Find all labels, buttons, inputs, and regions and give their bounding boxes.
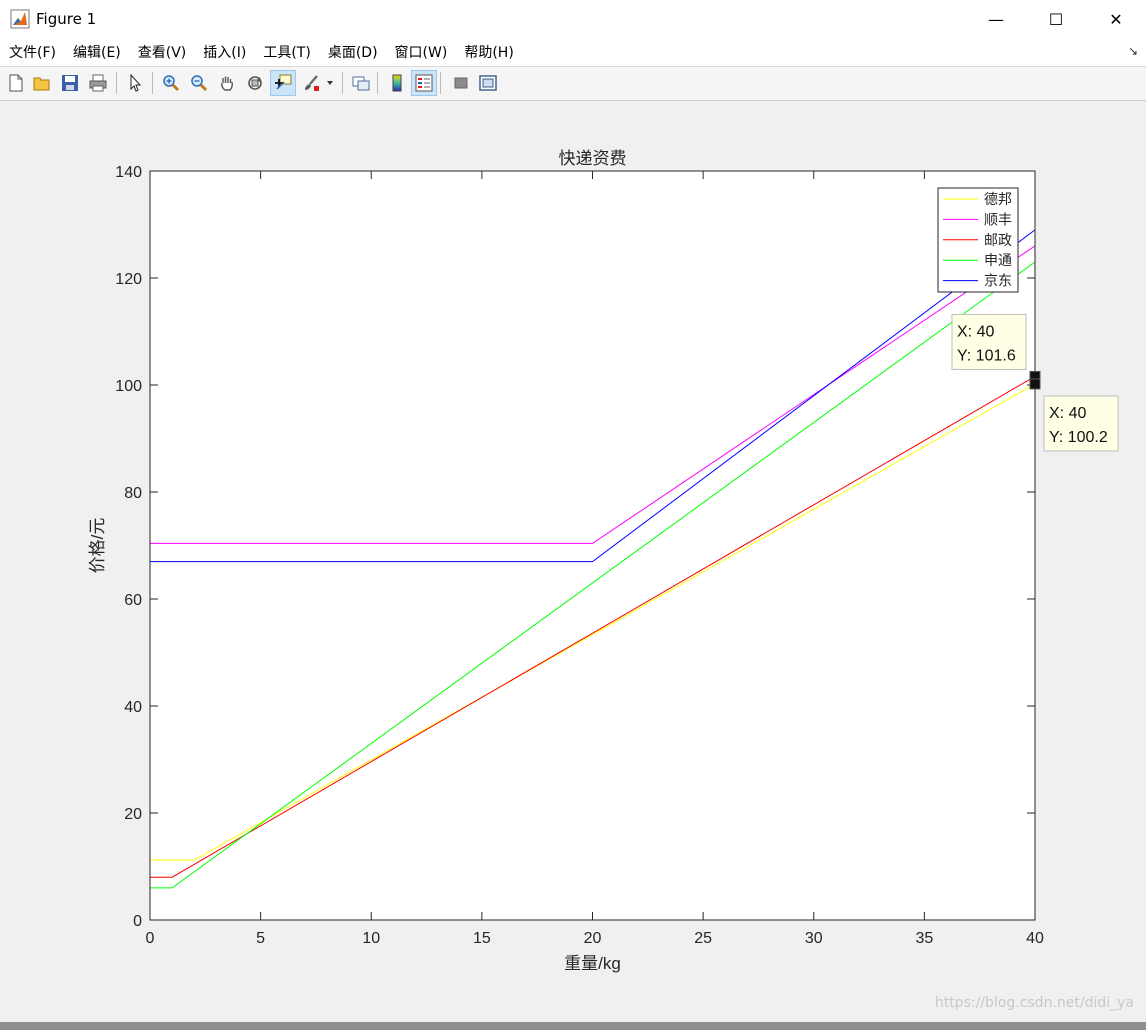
x-tick-label: 15 — [473, 930, 491, 947]
x-tick-label: 40 — [1026, 930, 1044, 947]
menu-window[interactable]: 窗口(W) — [387, 42, 456, 62]
save-button[interactable] — [58, 71, 82, 95]
menu-help[interactable]: 帮助(H) — [456, 42, 521, 62]
new-figure-button[interactable] — [4, 71, 28, 95]
open-file-icon — [33, 77, 50, 91]
open-file-button[interactable] — [30, 71, 54, 95]
legend-label: 顺丰 — [984, 211, 1012, 227]
x-tick-label: 30 — [805, 930, 823, 947]
hide-plot-tools-icon — [454, 77, 468, 89]
zoom-out-icon — [191, 75, 208, 92]
x-axis-label: 重量/kg — [564, 954, 621, 973]
menu-insert[interactable]: 插入(I) — [195, 42, 254, 62]
zoom-in-icon — [163, 75, 180, 92]
pointer-icon — [130, 74, 142, 92]
chart-title: 快递资费 — [559, 149, 627, 168]
watermark-text: https://blog.csdn.net/didi_ya — [934, 995, 1134, 1011]
toolbar-separator — [116, 72, 117, 94]
select-button[interactable] — [124, 71, 148, 95]
data-cursor-button[interactable] — [270, 70, 296, 96]
menu-bar: 文件(F) 编辑(E) 查看(V) 插入(I) 工具(T) 桌面(D) 窗口(W… — [0, 38, 1146, 67]
legend-label: 京东 — [984, 273, 1012, 289]
menu-edit[interactable]: 编辑(E) — [65, 42, 129, 62]
window-controls: — ☐ ✕ — [966, 0, 1146, 38]
y-tick-label: 0 — [133, 913, 142, 930]
link-plot-icon — [352, 76, 370, 91]
zoom-in-button[interactable] — [159, 71, 183, 95]
matlab-logo-icon — [10, 9, 30, 29]
new-figure-icon — [9, 74, 23, 92]
brush-button[interactable] — [299, 71, 323, 95]
close-button[interactable]: ✕ — [1086, 0, 1146, 38]
pan-hand-icon — [221, 76, 233, 91]
x-tick-label: 20 — [584, 930, 602, 947]
window-titlebar: Figure 1 — ☐ ✕ — [0, 0, 1146, 39]
zoom-out-button[interactable] — [187, 71, 211, 95]
figure-canvas[interactable]: 0 5 10 15 20 25 30 35 40 0 20 40 60 80 100 120 140 快递资费重量… — [1, 101, 1144, 1021]
close-icon: ✕ — [1109, 9, 1123, 29]
link-plot-button[interactable] — [349, 71, 373, 95]
toolbar-separator — [440, 72, 441, 94]
window-title: Figure 1 — [36, 10, 97, 28]
colorbar-icon — [392, 74, 402, 92]
chevron-down-icon — [327, 81, 333, 85]
print-icon — [89, 74, 107, 92]
maximize-icon: ☐ — [1048, 9, 1064, 29]
y-tick-label: 80 — [124, 485, 142, 502]
data-cursor-icon — [275, 74, 292, 90]
legend-label: 德邦 — [984, 191, 1012, 207]
x-tick-label: 35 — [915, 930, 933, 947]
x-tick-label: 25 — [694, 930, 712, 947]
datatip-x-label: X: 40 — [957, 323, 994, 340]
print-button[interactable] — [86, 71, 110, 95]
datatip-y-label: Y: 100.2 — [1049, 429, 1108, 446]
legend[interactable]: 德邦顺丰邮政申通京东 — [937, 187, 1019, 293]
dock-arrow-icon[interactable]: ↘ — [1128, 44, 1138, 58]
legend-label: 邮政 — [984, 232, 1012, 248]
x-tick-label: 5 — [256, 930, 265, 947]
show-plot-tools-icon — [479, 75, 497, 91]
window-bottom-border — [0, 1022, 1146, 1030]
x-tick-label: 10 — [362, 930, 380, 947]
show-plot-tools-button[interactable] — [476, 71, 500, 95]
x-tick-label: 0 — [146, 930, 155, 947]
toolbar-separator — [342, 72, 343, 94]
menu-view[interactable]: 查看(V) — [130, 42, 195, 62]
save-icon — [62, 75, 78, 91]
legend-label: 申通 — [984, 252, 1012, 268]
menu-desktop[interactable]: 桌面(D) — [320, 42, 386, 62]
legend-button[interactable] — [411, 70, 437, 96]
toolbar-separator — [152, 72, 153, 94]
hide-plot-tools-button[interactable] — [449, 71, 473, 95]
y-tick-label: 40 — [124, 699, 142, 716]
y-tick-label: 120 — [115, 271, 142, 288]
legend-icon — [415, 74, 433, 92]
figure-toolbar — [0, 67, 1146, 101]
y-tick-label: 20 — [124, 806, 142, 823]
brush-dropdown[interactable] — [323, 71, 337, 95]
line-chart[interactable]: 0 5 10 15 20 25 30 35 40 0 20 40 60 80 100 120 140 快递资费重量… — [1, 101, 1144, 1021]
y-tick-label: 100 — [115, 378, 142, 395]
colorbar-button[interactable] — [385, 71, 409, 95]
y-tick-label: 140 — [115, 164, 142, 181]
y-tick-label: 60 — [124, 592, 142, 609]
datatip-x-label: X: 40 — [1049, 405, 1086, 422]
brush-icon — [305, 75, 319, 91]
minimize-icon: — — [988, 9, 1004, 29]
minimize-button[interactable]: — — [966, 0, 1026, 38]
toolbar-separator — [377, 72, 378, 94]
y-axis-label: 价格/元 — [88, 518, 107, 574]
pan-button[interactable] — [215, 71, 239, 95]
datatip-marker — [1029, 378, 1041, 390]
datatip-y-label: Y: 101.6 — [957, 347, 1016, 364]
menu-file[interactable]: 文件(F) — [1, 42, 64, 62]
maximize-button[interactable]: ☐ — [1026, 0, 1086, 38]
menu-tools[interactable]: 工具(T) — [255, 42, 318, 62]
datatip[interactable]: X: 40 Y: 100.2 — [1029, 378, 1119, 452]
rotate-3d-icon — [248, 76, 262, 90]
rotate-button[interactable] — [243, 71, 267, 95]
